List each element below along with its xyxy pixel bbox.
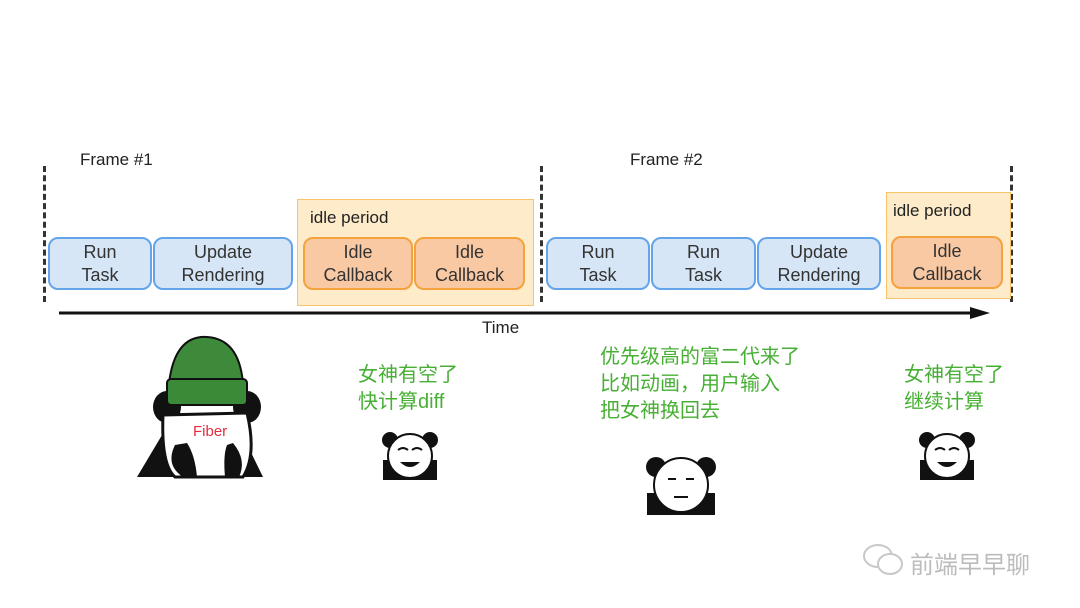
fiber-label: Fiber [193, 423, 228, 440]
laughing-panda-icon [382, 432, 438, 480]
fiber-panda-image [137, 335, 263, 479]
frame-2-label: Frame #2 [630, 150, 703, 169]
run-task-block: Run Task [546, 237, 650, 290]
frame-1-label: Frame #1 [80, 150, 153, 169]
caption-idle-compute-diff: 女神有空了 快计算diff [358, 364, 458, 413]
idle-period-label: idle period [893, 201, 972, 220]
update-rendering-block: Update Rendering [153, 237, 293, 290]
update-rendering-block: Update Rendering [757, 237, 881, 290]
watermark-text: 前端早早聊 [910, 552, 1030, 579]
idle-period-label: idle period [310, 208, 389, 227]
wechat-icon [863, 544, 903, 575]
idle-callback-block: Idle Callback [303, 237, 413, 290]
caption-high-priority: 优先级高的富二代来了 比如动画，用户输入 把女神换回去 [600, 346, 800, 422]
time-axis-label: Time [482, 318, 520, 337]
laughing-panda-icon [919, 432, 975, 480]
idle-callback-block: Idle Callback [414, 237, 525, 290]
run-task-block: Run Task [651, 237, 756, 290]
time-axis [59, 307, 990, 319]
idle-callback-block: Idle Callback [891, 236, 1003, 289]
frame-boundary [43, 166, 46, 302]
arrow-head-icon [970, 307, 990, 319]
frame-boundary [540, 166, 543, 302]
sad-panda-icon [646, 457, 716, 515]
caption-continue-compute: 女神有空了 继续计算 [904, 364, 1004, 413]
run-task-block: Run Task [48, 237, 152, 290]
